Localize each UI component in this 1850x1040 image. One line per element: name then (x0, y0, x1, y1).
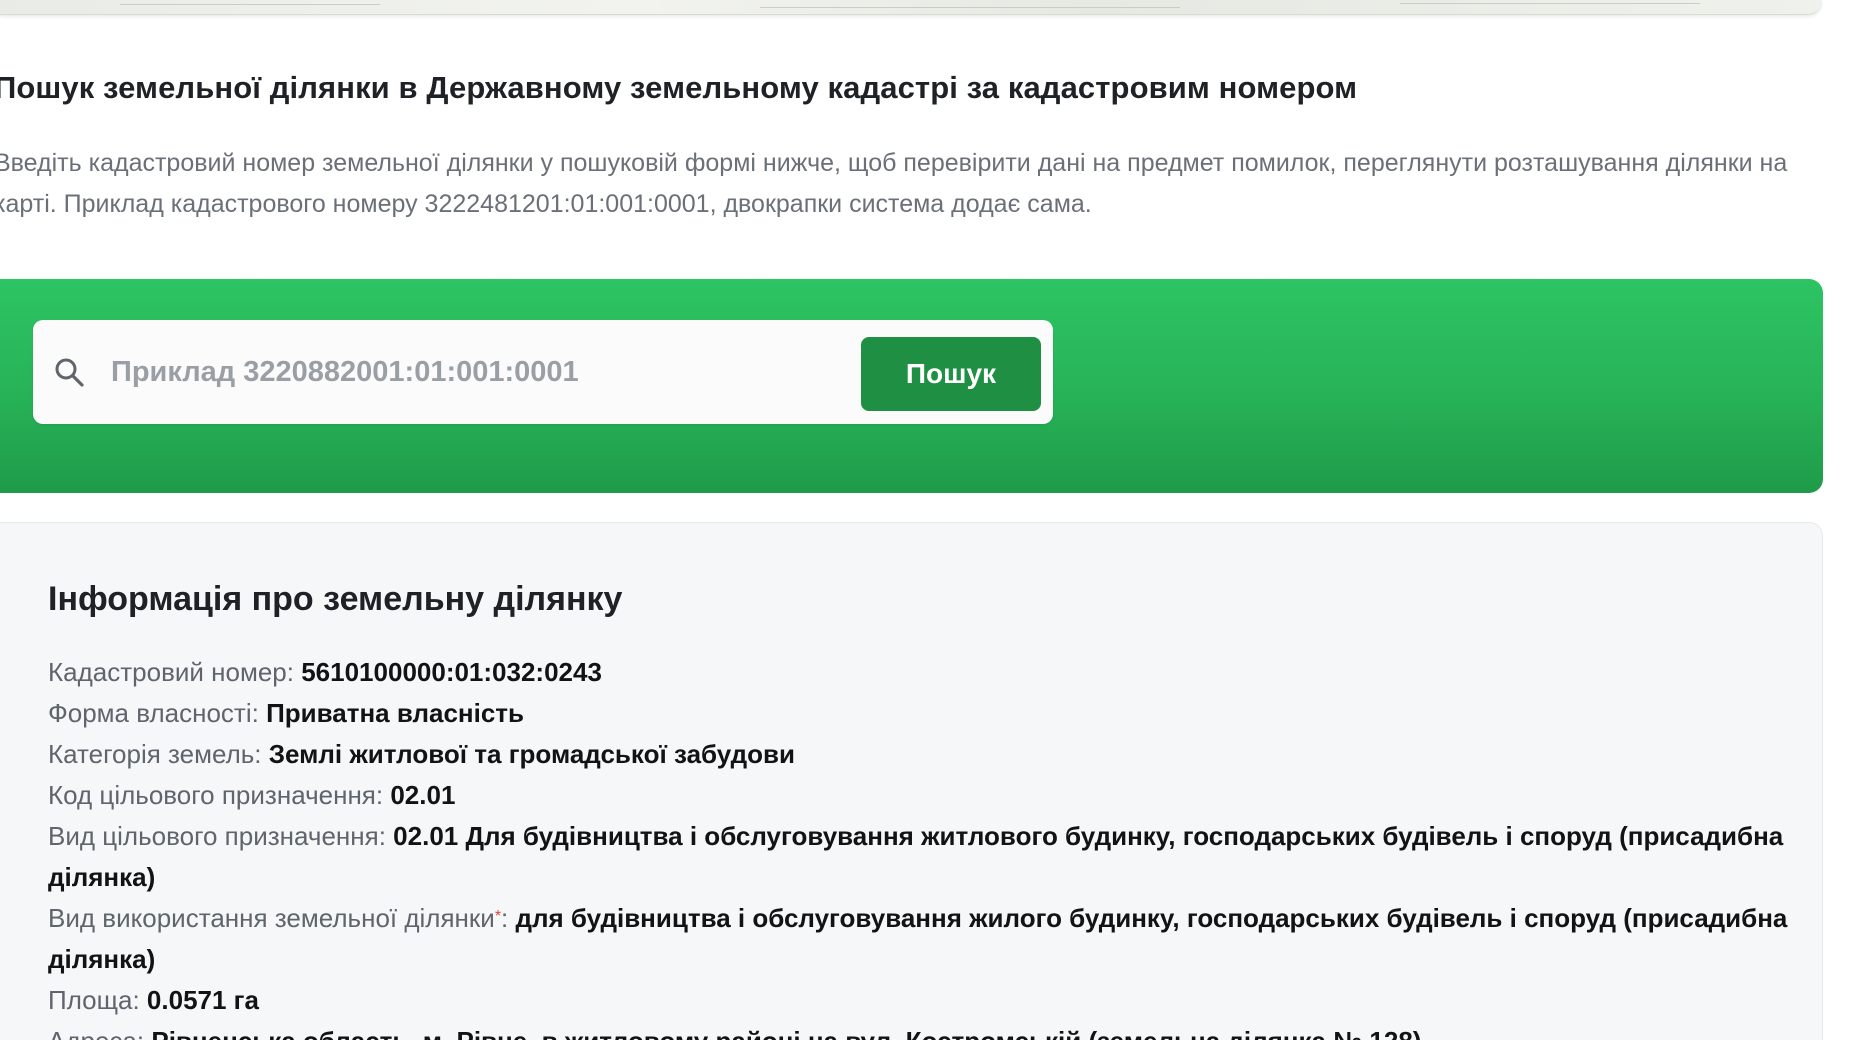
info-value: 5610100000:01:032:0243 (301, 657, 602, 687)
info-value: 02.01 (390, 780, 456, 810)
info-section-title: Інформація про земельну ділянку (48, 580, 623, 618)
info-row-land-category: Категорія земель: Землі житлової та гром… (48, 734, 1788, 775)
info-row-address: Адреса: Рівненська область, м. Рівне, в … (48, 1021, 1788, 1040)
page-intro-text: Введіть кадастровий номер земельної діля… (0, 149, 1788, 218)
info-label: Категорія земель: (48, 739, 262, 769)
search-icon (55, 358, 84, 387)
info-row-purpose-type: Вид цільового призначення: 02.01 Для буд… (48, 816, 1788, 898)
required-asterisk: * (494, 908, 502, 925)
map-road-line (1400, 3, 1700, 4)
search-box: Пошук (33, 320, 1053, 424)
info-row-purpose-code: Код цільового призначення: 02.01 (48, 775, 1788, 816)
info-value: Землі житлової та громадської забудови (268, 739, 795, 769)
info-label: Вид використання земельної ділянки (48, 903, 495, 933)
info-label: Адреса: (48, 1026, 144, 1040)
map-preview-strip[interactable] (0, 0, 1822, 15)
page: Пошук земельної ділянки в Державному зем… (0, 0, 1850, 1040)
info-label: Площа: (48, 985, 140, 1015)
map-road-line (120, 4, 380, 5)
info-value: Приватна власність (266, 698, 525, 728)
info-value: Рівненська область, м. Рівне, в житловом… (151, 1026, 1421, 1040)
info-row-cadastral-number: Кадастровий номер: 5610100000:01:032:024… (48, 652, 1788, 693)
info-row-area: Площа: 0.0571 га (48, 980, 1788, 1021)
cadastral-number-search-input[interactable] (101, 338, 871, 406)
info-label-suffix: : (501, 903, 509, 933)
page-title: Пошук земельної ділянки в Державному зем… (0, 70, 1358, 105)
info-value: 0.0571 га (146, 985, 259, 1015)
map-road-line (760, 7, 1180, 8)
info-label: Код цільового призначення: (48, 780, 384, 810)
info-label: Вид цільового призначення: (48, 821, 386, 851)
land-plot-info-list: Кадастровий номер: 5610100000:01:032:024… (48, 652, 1788, 1040)
info-row-land-use-type: Вид використання земельної ділянки*: для… (48, 898, 1788, 980)
info-row-ownership-form: Форма власності: Приватна власність (48, 693, 1788, 734)
search-button[interactable]: Пошук (861, 337, 1041, 411)
info-label: Форма власності: (48, 698, 259, 728)
info-label: Кадастровий номер: (48, 657, 294, 687)
